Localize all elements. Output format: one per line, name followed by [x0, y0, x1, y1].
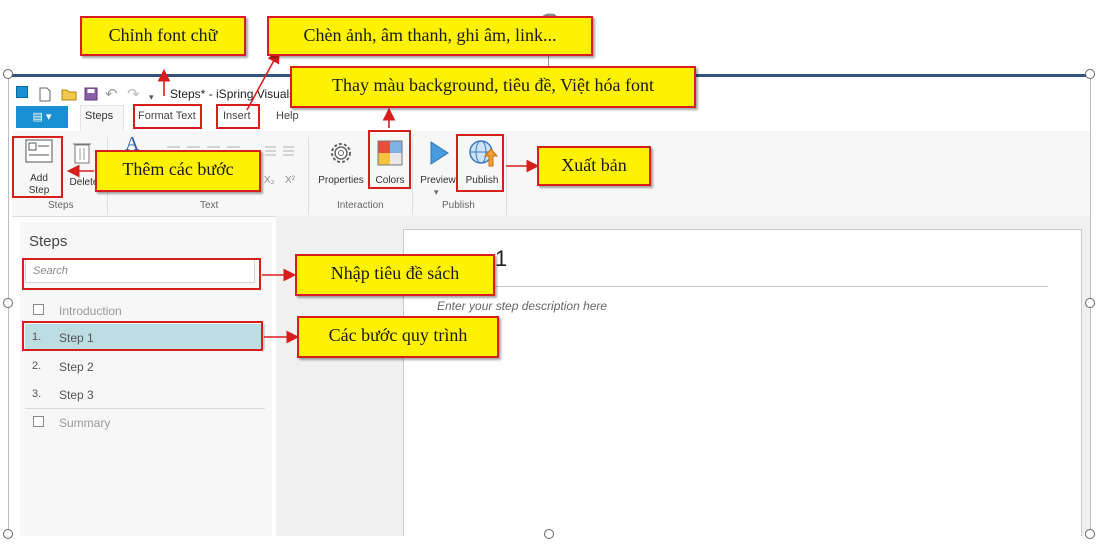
resize-handle[interactable]	[1085, 298, 1095, 308]
callout-format-font: Chỉnh font chữ	[80, 16, 246, 56]
callout-publish: Xuất bản	[537, 146, 651, 186]
resize-handle[interactable]	[3, 69, 13, 79]
callout-title-input: Nhập tiêu đề sách	[295, 254, 495, 296]
resize-handle[interactable]	[544, 529, 554, 539]
resize-handle[interactable]	[1085, 69, 1095, 79]
callout-insert-media: Chèn ảnh, âm thanh, ghi âm, link...	[267, 16, 593, 56]
callout-add-steps: Thêm các bước	[95, 150, 261, 192]
resize-handle[interactable]	[1085, 529, 1095, 539]
callout-process-steps: Các bước quy trình	[297, 316, 499, 358]
resize-handle[interactable]	[3, 298, 13, 308]
callout-colors: Thay màu background, tiêu đề, Việt hóa f…	[290, 66, 696, 108]
resize-handle[interactable]	[3, 529, 13, 539]
